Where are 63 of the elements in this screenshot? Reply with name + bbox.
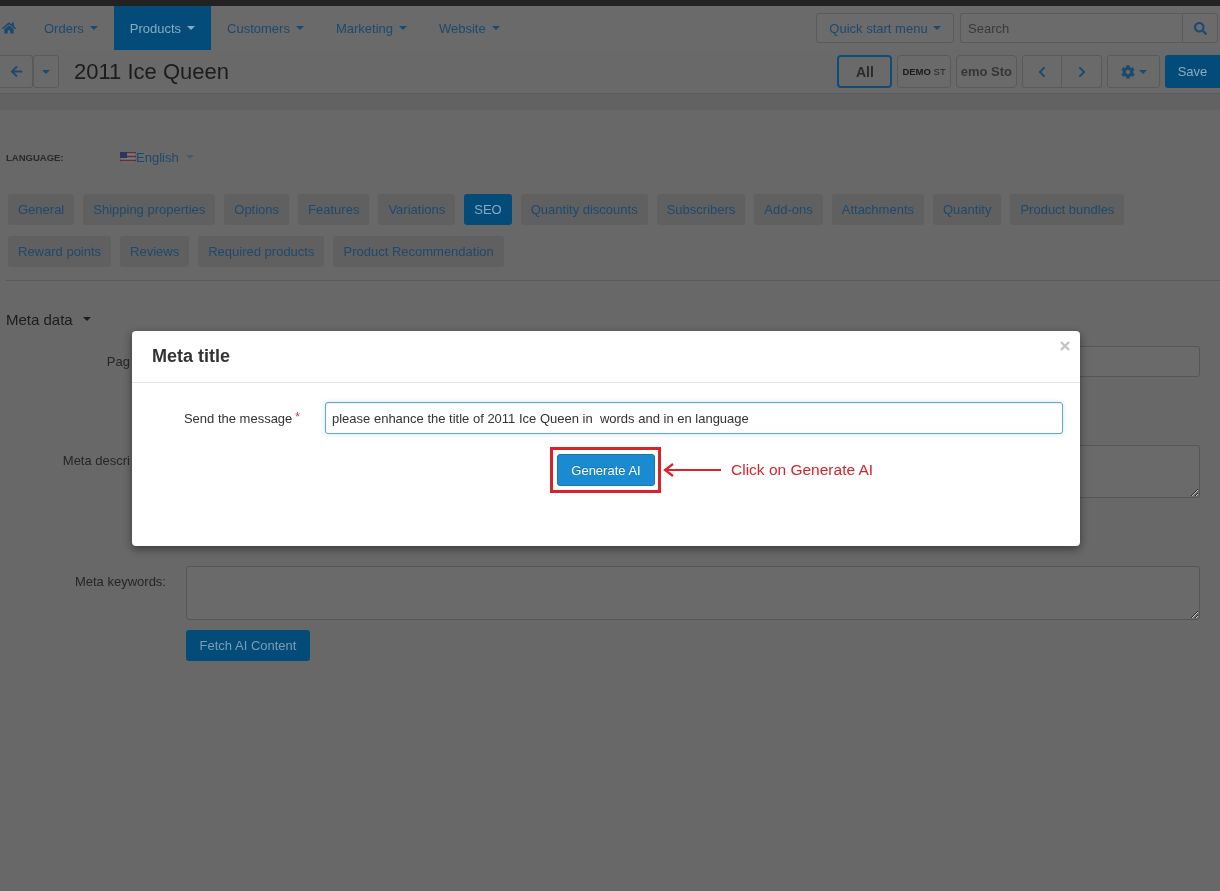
tab[interactable]: Subscribers bbox=[656, 194, 746, 225]
close-button[interactable] bbox=[1060, 341, 1070, 351]
tab[interactable]: Product Recommendation bbox=[333, 236, 504, 267]
page-title: 2011 Ice Queen bbox=[74, 58, 229, 85]
nav-menu-item[interactable]: Marketing bbox=[319, 6, 423, 50]
tab[interactable]: General bbox=[8, 194, 75, 225]
section-toggle[interactable]: Meta data bbox=[6, 309, 91, 329]
message-field[interactable]: please enhance the title of 2011 Ice Queen in words and in en language bbox=[325, 402, 1063, 434]
store-logo-button[interactable]: DEMO ST bbox=[897, 55, 951, 88]
back-button[interactable] bbox=[0, 55, 33, 88]
search-icon bbox=[1193, 21, 1207, 35]
search-button[interactable] bbox=[1182, 13, 1218, 43]
dialog-title: Meta title bbox=[152, 346, 230, 367]
caret-icon bbox=[295, 26, 304, 30]
fetch-ai-content-button[interactable]: Fetch AI Content bbox=[186, 630, 310, 661]
caret-icon bbox=[399, 26, 407, 30]
required-mark: * bbox=[295, 410, 300, 423]
next-button[interactable] bbox=[1062, 55, 1102, 88]
settings-button[interactable] bbox=[1107, 55, 1160, 88]
caret-icon bbox=[1138, 69, 1147, 74]
caret-icon bbox=[89, 26, 98, 30]
tab[interactable]: Reward points bbox=[8, 236, 112, 267]
nav-menu-item[interactable]: Orders bbox=[28, 6, 114, 50]
language-dropdown[interactable]: English bbox=[136, 149, 194, 165]
tab[interactable]: Quantity discounts bbox=[520, 194, 648, 225]
field-label: Meta descri bbox=[62, 453, 130, 469]
annotation-text: Click on Generate AI bbox=[731, 461, 874, 479]
nav-menu-item[interactable]: Customers bbox=[211, 6, 320, 50]
textarea-field[interactable] bbox=[186, 566, 1200, 620]
tab[interactable]: Shipping properties bbox=[83, 194, 216, 225]
back-arrow-icon bbox=[9, 65, 23, 78]
tab[interactable]: Attachments bbox=[831, 194, 924, 225]
previous-button[interactable] bbox=[1022, 55, 1062, 88]
generate-ai-button[interactable]: Generate AI bbox=[557, 454, 655, 486]
home-icon bbox=[2, 21, 16, 35]
us-flag-icon bbox=[120, 151, 136, 163]
gear-icon bbox=[1120, 64, 1135, 79]
tab[interactable]: Add-ons bbox=[754, 194, 823, 225]
caret-icon bbox=[932, 26, 941, 30]
save-button[interactable]: Save bbox=[1165, 55, 1220, 88]
caret-icon bbox=[187, 26, 196, 30]
tab[interactable]: Required products bbox=[198, 236, 325, 267]
field-label: Meta keywords: bbox=[74, 574, 166, 590]
language-label: LANGUAGE: bbox=[6, 151, 65, 163]
tab[interactable]: Reviews bbox=[120, 236, 190, 267]
tab[interactable]: Quantity bbox=[933, 194, 1002, 225]
field-label: Pag bbox=[106, 354, 130, 370]
left-arrow-icon bbox=[663, 463, 721, 477]
caret-icon bbox=[491, 26, 500, 30]
tab[interactable]: Product bundles bbox=[1010, 194, 1125, 225]
close-icon bbox=[1060, 341, 1070, 351]
chevron-left-icon bbox=[1036, 65, 1048, 78]
nav-menu-item[interactable]: Website bbox=[423, 6, 516, 50]
nav-menu-item[interactable]: Products bbox=[113, 6, 212, 50]
quick-start-menu-button[interactable]: Quick start menu bbox=[816, 13, 954, 43]
tab[interactable]: Features bbox=[298, 194, 370, 225]
tab[interactable]: Variations bbox=[378, 194, 456, 225]
field-label: Send the message bbox=[183, 410, 293, 426]
tab[interactable]: Options bbox=[224, 194, 290, 225]
caret-icon bbox=[42, 69, 50, 74]
dropdown-button[interactable] bbox=[33, 55, 59, 88]
tab[interactable]: SEO bbox=[464, 194, 512, 225]
storefront-button[interactable]: All bbox=[837, 55, 893, 88]
